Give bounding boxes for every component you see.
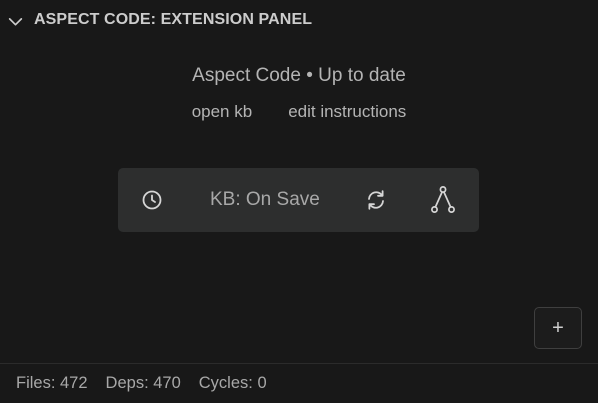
edit-instructions-link[interactable]: edit instructions [288, 102, 406, 122]
clock-icon[interactable] [140, 188, 164, 212]
cycles-count: Cycles: 0 [198, 374, 267, 392]
kb-mode-label[interactable]: KB: On Save [210, 189, 320, 211]
files-count: Files: 472 [16, 374, 88, 392]
panel-title: ASPECT CODE: EXTENSION PANEL [34, 11, 313, 28]
deps-count: Deps: 470 [105, 374, 181, 392]
panel-header[interactable]: ASPECT CODE: EXTENSION PANEL [0, 0, 598, 40]
refresh-icon[interactable] [364, 188, 388, 212]
graph-icon[interactable] [430, 185, 456, 215]
extension-panel: ASPECT CODE: EXTENSION PANEL Aspect Code… [0, 0, 598, 403]
stats-footer: Files: 472 Deps: 470 Cycles: 0 [0, 363, 598, 403]
plus-icon: + [552, 317, 564, 339]
chevron-down-icon[interactable] [7, 13, 24, 30]
open-kb-link[interactable]: open kb [192, 102, 253, 122]
action-links: open kb edit instructions [0, 102, 598, 122]
kb-toolbar: KB: On Save [118, 168, 479, 232]
status-text: Aspect Code • Up to date [192, 65, 406, 86]
add-button[interactable]: + [534, 307, 582, 349]
